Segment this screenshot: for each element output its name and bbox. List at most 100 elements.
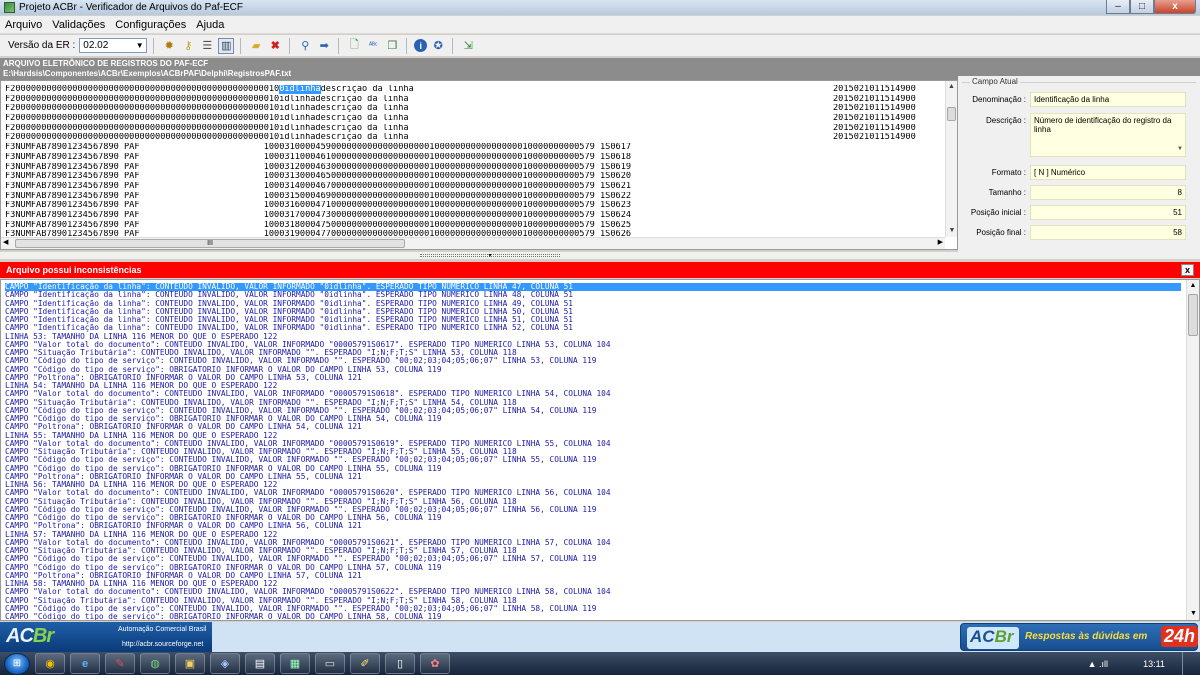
version-select[interactable]: 02.02 ▼ [79,38,148,53]
error-line[interactable]: CAMPO "Poltrona": OBRIGATÓRIO INFORMAR O… [5,473,1181,481]
error-line[interactable]: CAMPO "Código do tipo de serviço": CONTE… [5,456,1181,464]
panel-icon[interactable]: ▥ [218,37,235,54]
settings-blue-icon[interactable]: ✪ [430,38,446,54]
key-icon[interactable]: ⚷ [180,38,196,54]
error-line[interactable]: CAMPO "Código do tipo de serviço": CONTE… [5,506,1181,514]
folder-icon[interactable]: ▰ [248,38,264,54]
error-line[interactable]: CAMPO "Código do tipo de serviço": CONTE… [5,407,1181,415]
error-line[interactable]: CAMPO "Valor total do documento": CONTEÚ… [5,539,1181,547]
error-line[interactable]: CAMPO "Poltrona": OBRIGATÓRIO INFORMAR O… [5,572,1181,580]
denominacao-field[interactable]: Identificação da linha [1030,92,1186,107]
error-line[interactable]: CAMPO "Identificação da linha": CONTEÚDO… [5,300,1181,308]
delete-icon[interactable]: ✖ [267,38,283,54]
list-icon[interactable]: ☰ [199,38,215,54]
ie-icon[interactable]: e [70,653,100,674]
error-line[interactable]: CAMPO "Valor total do documento": CONTEÚ… [5,390,1181,398]
error-line[interactable]: CAMPO "Identificação da linha": CONTEÚDO… [5,316,1181,324]
acbr-taskbar-icon[interactable]: ✐ [350,653,380,674]
app-window-icon[interactable]: ▭ [315,653,345,674]
error-list[interactable]: CAMPO "Identificação da linha": CONTEÚDO… [0,279,1200,621]
clock[interactable]: 13:11 [1134,659,1174,669]
help-banner[interactable]: ACBr Respostas às dúvidas em 24h [960,623,1199,651]
scroll-down-icon[interactable]: ▼ [1187,608,1199,620]
exit-icon[interactable]: ⇲ [460,38,476,54]
file-line[interactable]: F200000000000000000000000000000000000000… [5,95,943,105]
vm-icon[interactable]: ◈ [210,653,240,674]
error-vertical-scrollbar[interactable]: ▲ ▼ [1186,280,1199,620]
file-line[interactable]: F3NUMFAB78901234567890 PAF 1000314000467… [5,182,943,192]
acbr-logo-block[interactable]: ACBr Automação Comercial Brasil http://a… [0,622,212,652]
file-line[interactable]: F3NUMFAB78901234567890 PAF 1000316000471… [5,201,943,211]
error-line[interactable]: LINHA 57: TAMANHO DA LINHA 116 MENOR DO … [5,531,1181,539]
file-line[interactable]: F3NUMFAB78901234567890 PAF 1000311000461… [5,153,943,163]
scroll-thumb[interactable] [947,107,956,121]
file-line[interactable]: F200000000000000000000000000000000000000… [5,124,943,134]
error-line[interactable]: LINHA 53: TAMANHO DA LINHA 116 MENOR DO … [5,333,1181,341]
scroll-thumb[interactable]: III [15,239,405,248]
file-horizontal-scrollbar[interactable]: ◀ III ▶ [1,237,945,249]
terminal-icon[interactable]: ▦ [280,653,310,674]
menu-validacoes[interactable]: Validações [47,19,110,31]
error-line[interactable]: CAMPO "Código do tipo de serviço": OBRIG… [5,564,1181,572]
error-line[interactable]: CAMPO "Situação Tributária": CONTEÚDO IN… [5,597,1181,605]
file-line[interactable]: F3NUMFAB78901234567890 PAF 1000317000473… [5,211,943,221]
error-line[interactable]: CAMPO "Situação Tributária": CONTEÚDO IN… [5,349,1181,357]
menu-arquivo[interactable]: Arquivo [0,19,47,31]
error-line[interactable]: CAMPO "Situação Tributária": CONTEÚDO IN… [5,498,1181,506]
tamanho-field[interactable]: 8 [1030,185,1186,200]
show-desktop-button[interactable] [1182,652,1192,675]
error-line[interactable]: CAMPO "Identificação da linha": CONTEÚDO… [5,283,1181,292]
file-line[interactable]: F3NUMFAB78901234567890 PAF 1000310000459… [5,143,943,153]
scroll-down-icon[interactable]: ▼ [1177,145,1183,154]
file-line[interactable]: F3NUMFAB78901234567890 PAF 1000315000469… [5,192,943,202]
abc-icon[interactable]: ᴬᴮᶜ [365,38,381,54]
error-line[interactable]: CAMPO "Código do tipo de serviço": OBRIG… [5,613,1181,620]
info-icon[interactable]: i [414,39,428,52]
maximize-button[interactable]: □ [1130,0,1154,14]
descricao-field[interactable]: Número de identificação do registro da l… [1030,113,1186,157]
document-icon[interactable]: ▤ [245,653,275,674]
error-line[interactable]: CAMPO "Situação Tributária": CONTEÚDO IN… [5,399,1181,407]
gear-icon[interactable]: ✹ [161,38,177,54]
file-line[interactable]: F200000000000000000000000000000000000000… [5,85,943,95]
error-line[interactable]: CAMPO "Situação Tributária": CONTEÚDO IN… [5,547,1181,555]
error-line[interactable]: CAMPO "Poltrona": OBRIGATÓRIO INFORMAR O… [5,522,1181,530]
splitter-grip[interactable]: ▾ [420,253,560,259]
media-icon[interactable]: ◍ [140,653,170,674]
file-line[interactable]: F200000000000000000000000000000000000000… [5,104,943,114]
paint-icon[interactable]: ✿ [420,653,450,674]
error-line[interactable]: CAMPO "Código do tipo de serviço": OBRIG… [5,514,1181,522]
error-line[interactable]: CAMPO "Código do tipo de serviço": CONTE… [5,357,1181,365]
notes-icon[interactable]: ▯ [385,653,415,674]
error-line[interactable]: CAMPO "Valor total do documento": CONTEÚ… [5,489,1181,497]
error-line[interactable]: CAMPO "Poltrona": OBRIGATÓRIO INFORMAR O… [5,423,1181,431]
file-line[interactable]: F3NUMFAB78901234567890 PAF 1000318000475… [5,221,943,231]
error-line[interactable]: CAMPO "Código do tipo de serviço": OBRIG… [5,366,1181,374]
error-line[interactable]: CAMPO "Código do tipo de serviço": CONTE… [5,605,1181,613]
arrow-right-icon[interactable]: ➡ [316,38,332,54]
file-content-view[interactable]: F200000000000000000000000000000000000000… [0,80,958,250]
file-vertical-scrollbar[interactable]: ▲ ▼ [945,81,957,237]
acbr-url[interactable]: http://acbr.sourceforge.net [122,641,203,648]
scroll-thumb[interactable] [1188,294,1198,336]
network-signal-icon[interactable]: ▲ .ıll [1088,659,1108,669]
error-line[interactable]: CAMPO "Valor total do documento": CONTEÚ… [5,341,1181,349]
file-line[interactable]: F3NUMFAB78901234567890 PAF 1000313000465… [5,172,943,182]
error-line[interactable]: LINHA 56: TAMANHO DA LINHA 116 MENOR DO … [5,481,1181,489]
chrome-icon[interactable]: ◉ [35,653,65,674]
scroll-left-icon[interactable]: ◀ [3,238,8,246]
error-line[interactable]: CAMPO "Valor total do documento": CONTEÚ… [5,588,1181,596]
error-close-button[interactable]: x [1181,264,1194,276]
posicao-inicial-field[interactable]: 51 [1030,205,1186,220]
error-line[interactable]: CAMPO "Código do tipo de serviço": OBRIG… [5,465,1181,473]
file-line[interactable]: F3NUMFAB78901234567890 PAF 1000312000463… [5,163,943,173]
error-line[interactable]: CAMPO "Situação Tributária": CONTEÚDO IN… [5,448,1181,456]
explorer-icon[interactable]: ▣ [175,653,205,674]
delphi-icon[interactable]: ✎ [105,653,135,674]
close-button[interactable]: x [1154,0,1196,14]
error-line[interactable]: LINHA 54: TAMANHO DA LINHA 116 MENOR DO … [5,382,1181,390]
posicao-final-field[interactable]: 58 [1030,225,1186,240]
error-line[interactable]: CAMPO "Identificação da linha": CONTEÚDO… [5,324,1181,332]
scroll-right-icon[interactable]: ▶ [938,238,943,246]
search-icon[interactable]: ⚲ [297,38,313,54]
